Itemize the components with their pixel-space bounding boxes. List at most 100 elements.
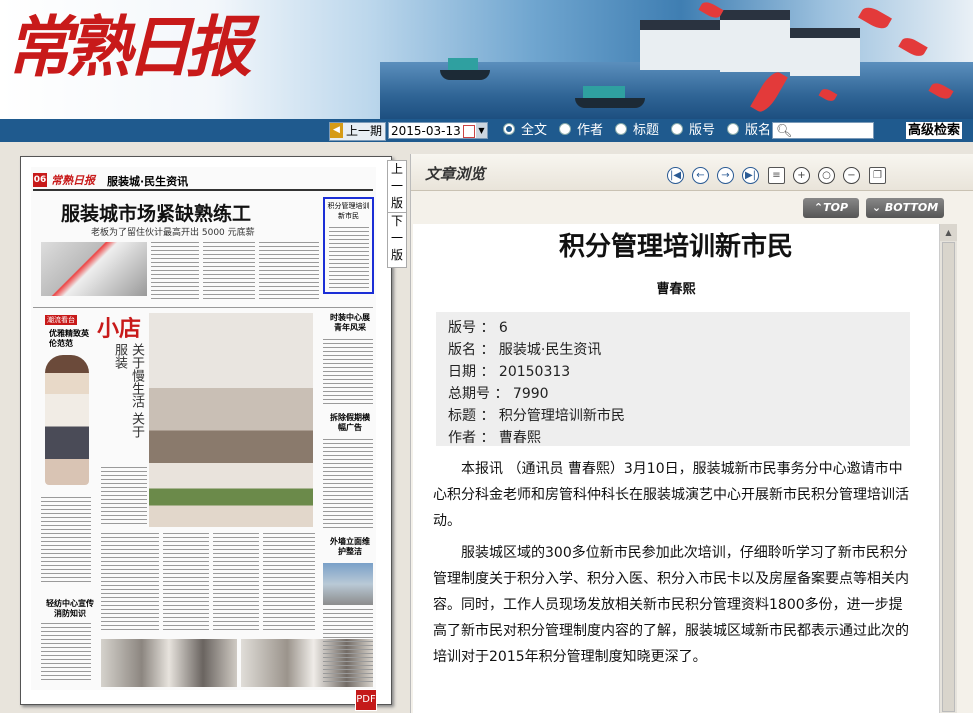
newspaper-page-image[interactable]: 06 常熟日报 服装城·民生资讯 服装城市场紧缺熟练工 老板为了留住伙计最高开出…: [31, 167, 376, 690]
radio-icon: [559, 123, 571, 135]
petal-decoration: [858, 3, 892, 33]
shop-column-title: 关于慢生活 关于服装: [112, 343, 144, 439]
meta-value: 积分管理培训新市民: [498, 408, 625, 424]
prev-issue-button[interactable]: ◀ 上一期: [329, 122, 386, 141]
meta-value: 20150313: [498, 364, 571, 380]
article-highlight-box[interactable]: 积分管理培训新市民: [323, 197, 374, 294]
next-page-button[interactable]: 下一版: [387, 212, 407, 268]
article-paragraph: 服装城区域的300多位新市民参加此次培训，仔细聆听学习了新市民积分管理制度关于积…: [433, 545, 909, 665]
masthead-logo: 常熟日报: [51, 174, 95, 187]
last-page-icon[interactable]: ▶|: [742, 167, 759, 184]
scroll-bottom-button[interactable]: ⌄ BOTTOM: [866, 198, 944, 218]
article-scrollbar[interactable]: ▲: [939, 224, 957, 713]
building-photo: [323, 563, 373, 605]
masthead-rule: [33, 189, 373, 191]
boat-image: [575, 86, 645, 108]
prev-page-button[interactable]: 上一版: [387, 160, 407, 216]
radio-icon: [727, 123, 739, 135]
text-block: [323, 439, 373, 529]
search-input[interactable]: 🔍︎: [772, 122, 874, 139]
highlight-box-title: 积分管理培训新市民: [327, 202, 370, 220]
meta-row: 版号 ： 6: [448, 320, 508, 336]
text-block: [329, 227, 369, 289]
radio-icon: [503, 123, 515, 135]
text-block: [163, 533, 209, 633]
next-article-icon[interactable]: →: [717, 167, 734, 184]
zoom-out-icon[interactable]: −: [843, 167, 860, 184]
radio-author[interactable]: 作者: [559, 122, 603, 139]
zoom-reset-icon[interactable]: ○: [818, 167, 835, 184]
first-page-icon[interactable]: |◀: [667, 167, 684, 184]
meta-label: 总期号: [448, 386, 490, 402]
search-icon: 🔍︎: [776, 124, 793, 139]
page-number-badge: 06: [33, 173, 47, 187]
prev-article-icon[interactable]: ←: [692, 167, 709, 184]
pdf-download-icon[interactable]: PDF: [355, 689, 377, 711]
newspaper-logo[interactable]: 常熟日报: [6, 14, 252, 80]
text-block: [323, 339, 373, 405]
text-block: [101, 533, 159, 633]
radio-label: 标题: [633, 123, 660, 138]
article-pane-title: 文章浏览: [425, 165, 486, 183]
date-value: 2015-03-13: [391, 124, 461, 138]
scroll-up-arrow-icon[interactable]: ▲: [940, 224, 957, 241]
radio-label: 作者: [577, 123, 604, 138]
date-select[interactable]: 2015-03-13 ▼: [388, 122, 488, 139]
market-photo: [41, 242, 147, 296]
side-item-title: 轻纺中心宣传消防知识: [46, 599, 94, 618]
calendar-icon[interactable]: [463, 125, 475, 138]
text-block: [213, 533, 259, 633]
meta-label: 版名: [448, 342, 476, 358]
radio-fulltext[interactable]: 全文: [503, 122, 547, 139]
side-item-title: 时装中心展青年风采: [330, 313, 370, 332]
shop-column-logo: 小店: [97, 317, 142, 342]
article-paragraph: 本报讯 （通讯员 曹春熙）3月10日，服装城新市民事务分中心邀请市中心积分科金老…: [433, 461, 909, 529]
boat-image: [440, 58, 490, 80]
meta-row: 作者 ： 曹春熙: [448, 430, 541, 446]
page-headline: 服装城市场紧缺熟练工: [61, 203, 252, 225]
radio-title[interactable]: 标题: [615, 122, 659, 139]
scroll-top-button[interactable]: ⌃TOP: [803, 198, 859, 218]
radio-icon: [615, 123, 627, 135]
side-item-title: 优雅精致英伦范范: [49, 329, 89, 348]
scrollbar-thumb[interactable]: [942, 242, 955, 712]
radio-label: 全文: [521, 123, 548, 138]
section-name: 服装城·民生资讯: [107, 175, 189, 188]
zoom-in-icon[interactable]: +: [793, 167, 810, 184]
article-author: 曹春熙: [656, 282, 696, 297]
fashion-column-tag: 潮流看台: [45, 315, 77, 325]
meta-label: 作者: [448, 430, 476, 446]
meta-label: 版号: [448, 320, 476, 336]
side-item-title: 拆除假期横幅广告: [330, 413, 370, 432]
next-page-label: 下一版: [391, 214, 404, 262]
print-icon[interactable]: ≡: [768, 167, 785, 184]
meta-row: 日期 ： 20150313: [448, 364, 571, 380]
model-photo: [45, 355, 89, 485]
advanced-search-link[interactable]: 高级检索: [906, 122, 963, 139]
radio-label: 版名: [745, 123, 772, 138]
top-label: TOP: [823, 201, 849, 214]
divider: [33, 307, 373, 308]
meta-value: 6: [498, 320, 508, 336]
text-block: [41, 497, 91, 585]
waterside-house: [790, 28, 860, 76]
radio-page-no[interactable]: 版号: [671, 122, 715, 139]
waterside-house: [720, 10, 790, 72]
radio-icon: [671, 123, 683, 135]
side-item-title: 外墙立面维护整洁: [330, 537, 370, 556]
article-meta-box: 版号 ： 6 版名 ： 服装城·民生资讯 日期 ： 20150313 总期号 ：…: [436, 312, 910, 446]
prev-page-label: 上一版: [391, 162, 404, 210]
text-block: [41, 623, 91, 683]
article-body: 本报讯 （通讯员 曹春熙）3月10日，服装城新市民事务分中心邀请市中心积分科金老…: [433, 456, 915, 670]
left-arrow-icon: ◀: [330, 123, 343, 138]
radio-page-name[interactable]: 版名: [727, 122, 771, 139]
radio-label: 版号: [689, 123, 716, 138]
meta-value: 服装城·民生资讯: [498, 342, 602, 358]
waterside-house: [640, 20, 720, 70]
text-block: [151, 242, 199, 300]
chevron-down-icon[interactable]: ▼: [476, 123, 487, 138]
meta-row: 版名 ： 服装城·民生资讯: [448, 342, 602, 358]
meta-label: 标题: [448, 408, 476, 424]
copy-icon[interactable]: ❐: [869, 167, 886, 184]
meta-value: 曹春熙: [498, 430, 541, 446]
